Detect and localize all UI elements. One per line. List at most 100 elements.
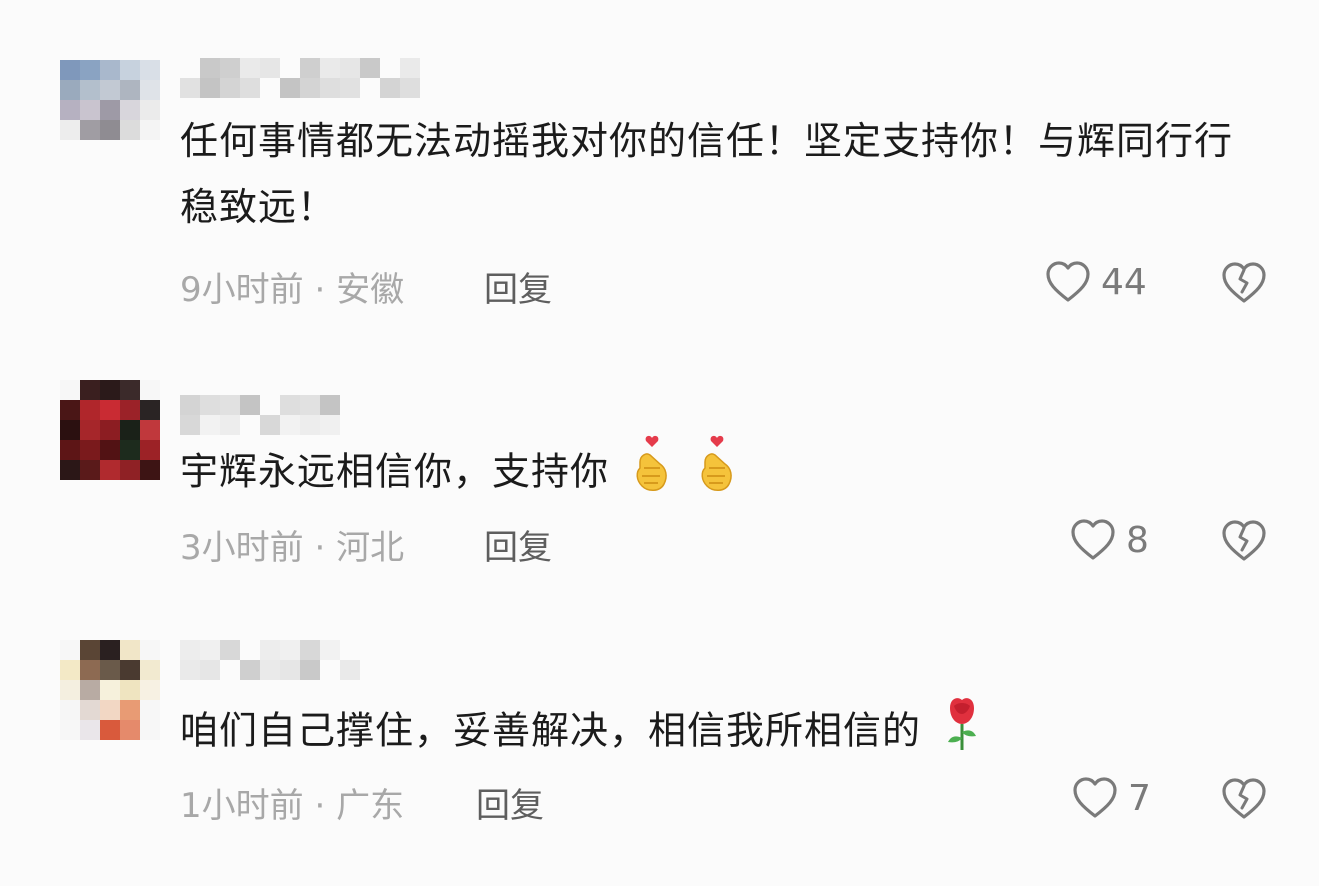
avatar-pixel <box>100 100 120 120</box>
like-button[interactable]: 44 <box>1045 260 1147 304</box>
avatar-pixel <box>100 460 120 480</box>
username-pixel <box>300 660 320 680</box>
like-count: 8 <box>1126 519 1149 561</box>
comment-text-content: 咱们自己撑住，妥善解决，相信我所相信的 <box>180 708 922 753</box>
avatar-pixel <box>120 720 140 740</box>
username-pixel <box>180 78 200 98</box>
username-pixel <box>340 660 360 680</box>
avatar-pixel <box>140 440 160 460</box>
reply-button[interactable]: 回复 <box>484 262 552 311</box>
username-pixel <box>180 660 200 680</box>
avatar-pixel <box>100 400 120 420</box>
username-pixel <box>240 395 260 415</box>
username-blurred[interactable] <box>180 58 420 98</box>
broken-heart-icon <box>1222 520 1266 561</box>
username-pixel <box>280 78 300 98</box>
username-blurred[interactable] <box>180 395 340 435</box>
avatar-pixel <box>120 80 140 100</box>
avatar-pixel <box>120 640 140 660</box>
avatar-pixel <box>60 80 80 100</box>
like-button[interactable]: 7 <box>1072 776 1151 820</box>
comment-text: 咱们自己撑住，妥善解决，相信我所相信的 <box>180 694 1260 772</box>
avatar-pixel <box>80 460 100 480</box>
finger-heart-icon <box>630 434 674 514</box>
avatar-pixel <box>60 680 80 700</box>
username-pixel <box>280 640 300 660</box>
username-pixel <box>240 58 260 78</box>
username-pixel <box>340 58 360 78</box>
dislike-button[interactable] <box>1220 261 1268 309</box>
reply-button[interactable]: 回复 <box>484 520 552 569</box>
avatar-pixel <box>120 680 140 700</box>
avatar-pixel <box>60 460 80 480</box>
avatar-pixel <box>80 120 100 140</box>
username-pixel <box>200 78 220 98</box>
avatar-pixel <box>120 440 140 460</box>
avatar-pixel <box>120 100 140 120</box>
username-pixel <box>300 58 320 78</box>
avatar-pixel <box>140 700 160 720</box>
comment-meta: 9小时前 · 安徽 <box>180 262 404 311</box>
comment-location: 河北 <box>336 528 405 568</box>
like-count: 44 <box>1101 261 1147 303</box>
comment-time: 9小时前 <box>180 270 304 310</box>
avatar-pixel <box>60 440 80 460</box>
avatar-pixel <box>100 720 120 740</box>
username-pixel <box>400 78 420 98</box>
username-pixel <box>180 415 200 435</box>
comment-text: 任何事情都无法动摇我对你的信任！坚定支持你！与辉同行行稳致远！ <box>180 108 1260 240</box>
comment-text: 宇辉永远相信你，支持你 <box>180 434 1260 514</box>
username-pixel <box>220 58 240 78</box>
avatar-pixel <box>120 700 140 720</box>
avatar-pixel <box>140 720 160 740</box>
avatar-pixel <box>60 640 80 660</box>
avatar-pixel <box>80 640 100 660</box>
dislike-button[interactable] <box>1220 777 1268 825</box>
username-blurred[interactable] <box>180 640 360 680</box>
avatar-pixel <box>140 100 160 120</box>
avatar[interactable] <box>60 60 160 160</box>
avatar-pixel <box>120 120 140 140</box>
finger-heart-icon <box>695 434 739 514</box>
avatar-pixel <box>60 400 80 420</box>
username-pixel <box>260 415 280 435</box>
username-pixel <box>220 415 240 435</box>
reply-button[interactable]: 回复 <box>476 778 544 827</box>
avatar-pixel <box>80 100 100 120</box>
username-pixel <box>200 640 220 660</box>
username-pixel <box>260 640 280 660</box>
avatar-pixel <box>100 440 120 460</box>
comment-meta: 1小时前 · 广东 <box>180 778 404 827</box>
avatar-pixel <box>100 380 120 400</box>
avatar-pixel <box>140 680 160 700</box>
avatar-pixel <box>60 700 80 720</box>
username-pixel <box>260 58 280 78</box>
username-pixel <box>280 395 300 415</box>
dislike-button[interactable] <box>1220 519 1268 567</box>
avatar[interactable] <box>60 640 160 740</box>
avatar-pixel <box>140 460 160 480</box>
meta-separator: · <box>314 270 326 310</box>
avatar-pixel <box>60 100 80 120</box>
avatar-pixel <box>120 660 140 680</box>
avatar-pixel <box>140 380 160 400</box>
avatar-pixel <box>120 420 140 440</box>
broken-heart-icon <box>1222 778 1266 819</box>
avatar-pixel <box>140 660 160 680</box>
avatar-pixel <box>60 660 80 680</box>
heart-icon <box>1071 519 1115 560</box>
like-button[interactable]: 8 <box>1070 518 1149 562</box>
username-pixel <box>200 660 220 680</box>
avatar-pixel <box>60 380 80 400</box>
avatar-pixel <box>80 420 100 440</box>
avatar[interactable] <box>60 380 160 480</box>
comment-time: 1小时前 <box>180 786 304 826</box>
username-pixel <box>360 58 380 78</box>
username-pixel <box>300 415 320 435</box>
avatar-pixel <box>80 440 100 460</box>
avatar-pixel <box>100 80 120 100</box>
username-pixel <box>300 395 320 415</box>
comment-meta: 3小时前 · 河北 <box>180 520 404 569</box>
username-pixel <box>320 395 340 415</box>
username-pixel <box>220 395 240 415</box>
